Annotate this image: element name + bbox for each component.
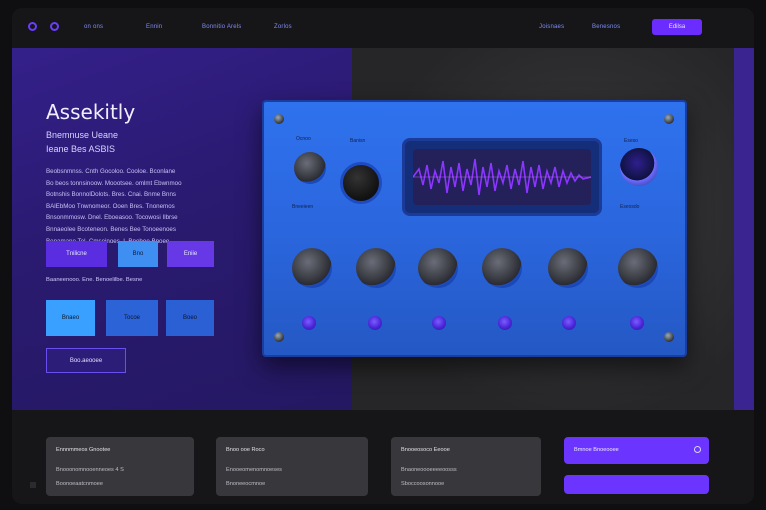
led-button-icon[interactable] xyxy=(432,316,446,330)
led-button-icon[interactable] xyxy=(562,316,576,330)
waveform-display xyxy=(402,138,602,216)
screw-icon xyxy=(664,332,674,342)
knob-icon[interactable] xyxy=(482,248,522,288)
hero-subtitle-2: Ieane Bes ASBIS xyxy=(46,144,116,154)
nav-cta-button[interactable]: Edilsa xyxy=(652,19,702,35)
secondary-button[interactable]: Bno xyxy=(118,241,158,267)
knob-icon[interactable] xyxy=(548,248,588,288)
nav-link-2[interactable]: Ennin xyxy=(146,24,162,30)
top-navbar: on ons Ennin Bonnitio Arels Zorlos Joisn… xyxy=(12,8,754,48)
card-line: Enooeomenomnoeses xyxy=(226,467,282,473)
paragraph-line: BAlEbMoo Tnwnomeor. Ooen Bres. Tnonemos xyxy=(46,202,175,210)
info-card[interactable]: Bnooeosoco Eeooe Bnaoneoooeeeeoosss Sboc… xyxy=(391,437,541,496)
led-button-icon[interactable] xyxy=(368,316,382,330)
hero-caption: Baaneenooo. Ene. Benoelilbe. Besne xyxy=(46,277,143,283)
promo-card-title: Bmnoe Bnoeooee xyxy=(574,447,619,453)
tertiary-button[interactable]: Eniie xyxy=(167,241,214,267)
screw-icon xyxy=(274,114,284,124)
card-title: Bnooeosoco Eeooe xyxy=(401,447,450,453)
screw-icon xyxy=(274,332,284,342)
outline-button[interactable]: Boo.aeooee xyxy=(46,348,126,373)
info-card[interactable]: Bnoo ooe Roco Enooeomenomnoeses Bnoneeoc… xyxy=(216,437,368,496)
card-title: Ennnmmeos Gnootee xyxy=(56,447,111,453)
nav-link-6[interactable]: Benesnos xyxy=(592,24,620,30)
knob-icon[interactable] xyxy=(356,248,396,288)
hero-section: Assekitly Bnemnuse Ueane Ieane Bes ASBIS… xyxy=(12,48,754,410)
circle-menu-icon[interactable] xyxy=(50,22,59,31)
paragraph-line: Beobsnmnss. Cnth Gocoloo. Cooloe. Bconla… xyxy=(46,168,176,175)
hero-accent-strip xyxy=(734,48,754,410)
waveform-icon xyxy=(413,158,591,196)
hero-title: Assekitly xyxy=(46,100,136,124)
device-label: Ocnoo xyxy=(296,136,311,142)
nav-link-3[interactable]: Bonnitio Arels xyxy=(202,24,242,30)
hero-paragraph: Beobsnmnss. Cnth Gocoloo. Cooloe. Bconla… xyxy=(46,166,216,247)
nav-link-4[interactable]: Zorlos xyxy=(274,24,292,30)
info-card[interactable]: Ennnmmeos Gnootee Bnooonomnooenneoes 4 S… xyxy=(46,437,194,496)
circle-logo-icon[interactable] xyxy=(28,22,37,31)
option-button-1[interactable]: Bnaeo xyxy=(46,300,95,336)
square-icon xyxy=(30,482,36,488)
screw-icon xyxy=(664,114,674,124)
promo-card[interactable]: Bmnoe Bnoeooee xyxy=(564,437,709,464)
paragraph-line: Bnsonmmosw. Dnel. Eboeasoo. Tocowosi Ilb… xyxy=(46,214,178,222)
card-line: Sboccoosonnooe xyxy=(401,481,445,487)
card-line: Bnoneeocmnoe xyxy=(226,481,266,487)
synth-device-illustration: Ocnoo Banisn Eseso Bneeieen Eseosdo xyxy=(262,100,687,357)
device-label: Banisn xyxy=(350,138,366,144)
paragraph-line: Bnnaeolee Bcoteneon. Benes Bee Tonoeenoe… xyxy=(46,225,176,233)
knob-icon[interactable] xyxy=(294,152,326,184)
hero-subtitle-1: Bnemnuse Ueane xyxy=(46,130,119,140)
app-frame: on ons Ennin Bonnitio Arels Zorlos Joisn… xyxy=(12,8,754,504)
radio-circle-icon[interactable] xyxy=(694,446,701,453)
nav-link-5[interactable]: Joisnaes xyxy=(539,24,564,30)
knob-icon[interactable] xyxy=(340,162,382,204)
primary-button[interactable]: Tnilicne xyxy=(46,241,107,267)
nav-link-1[interactable]: on ons xyxy=(84,24,103,30)
device-label: Eseosdo xyxy=(620,204,640,210)
device-label: Eseso xyxy=(624,138,638,144)
waveform-screen xyxy=(413,149,591,205)
card-line: Boonoeaatcnmoee xyxy=(56,481,103,487)
dial-icon[interactable] xyxy=(620,148,658,186)
led-button-icon[interactable] xyxy=(302,316,316,330)
card-line: Bnaoneoooeeeeoosss xyxy=(401,467,457,473)
knob-icon[interactable] xyxy=(618,248,658,288)
paragraph-line: Botnshis BonnolDolots. Bres. Cnai. Bnme … xyxy=(46,191,177,199)
device-label: Bneeieen xyxy=(292,204,314,210)
option-button-3[interactable]: Boeo xyxy=(166,300,214,336)
option-button-2[interactable]: Tocoe xyxy=(106,300,158,336)
paragraph-line: Bo beos tonnsinoow. Moootsee. omlmt Ebwn… xyxy=(46,179,182,187)
led-button-icon[interactable] xyxy=(498,316,512,330)
promo-bar[interactable] xyxy=(564,475,709,494)
card-line: Bnooonomnooenneoes 4 S xyxy=(56,467,124,473)
knob-icon[interactable] xyxy=(418,248,458,288)
led-button-icon[interactable] xyxy=(630,316,644,330)
knob-icon[interactable] xyxy=(292,248,332,288)
card-title: Bnoo ooe Roco xyxy=(226,447,265,453)
